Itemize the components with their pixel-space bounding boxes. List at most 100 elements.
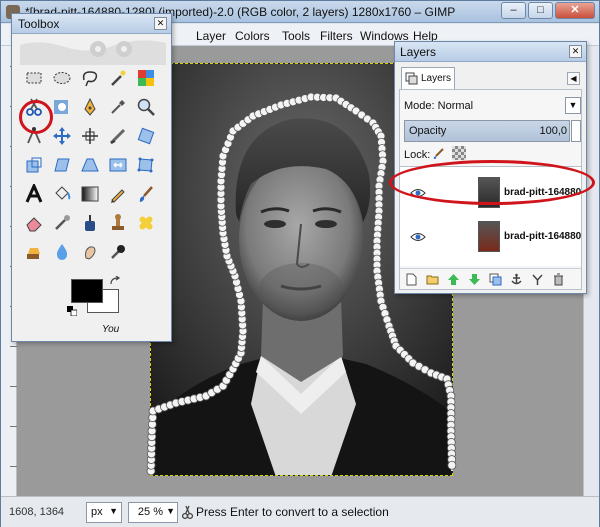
unit-dropdown-arrow-icon: ▼: [109, 506, 118, 516]
unit-selector[interactable]: px ▼: [86, 502, 122, 523]
layer-list: brad-pitt-164880 brad-pitt-164880: [400, 166, 581, 266]
pen-nib-icon: [84, 97, 96, 116]
text-tool[interactable]: [22, 182, 46, 206]
layers-title-bar[interactable]: Layers ✕: [395, 42, 586, 62]
delete-layer-button[interactable]: [551, 273, 565, 287]
status-message-text: Press Enter to convert to a selection: [196, 505, 389, 519]
foreground-color-swatch[interactable]: [71, 279, 103, 303]
blur-tool[interactable]: [50, 240, 74, 264]
merge-icon: [531, 274, 543, 285]
select-by-color-tool[interactable]: [134, 66, 158, 90]
water-drop-icon: [56, 244, 68, 260]
eye-icon[interactable]: [410, 231, 426, 243]
zoom-tool[interactable]: [134, 95, 158, 119]
new-layer-group-button[interactable]: [425, 273, 439, 287]
trash-icon: [553, 273, 563, 286]
scissors-control-point[interactable]: [447, 460, 457, 470]
pencil-tool[interactable]: [106, 182, 130, 206]
anchor-layer-button[interactable]: [509, 273, 523, 287]
ink-tool[interactable]: [78, 211, 102, 235]
status-message: Press Enter to convert to a selection: [182, 501, 562, 523]
perspective-tool[interactable]: [78, 153, 102, 177]
layer-row-top[interactable]: brad-pitt-164880: [400, 173, 581, 213]
airbrush-tool[interactable]: [50, 211, 74, 235]
duplicate-layer-button[interactable]: [488, 273, 502, 287]
eye-icon[interactable]: [410, 187, 426, 199]
status-bar: 1608, 1364 px ▼ 25 % ▼ Press Enter to co…: [1, 496, 599, 527]
dodge-burn-icon: [111, 245, 125, 259]
rect-select-icon: [26, 72, 42, 84]
scale-tool[interactable]: [22, 153, 46, 177]
lower-layer-button[interactable]: [467, 273, 481, 287]
smudge-finger-icon: [85, 246, 96, 260]
pencil-icon: [111, 189, 125, 203]
fuzzy-select-tool[interactable]: [106, 66, 130, 90]
raise-layer-button[interactable]: [446, 273, 460, 287]
ellipse-select-icon: [53, 72, 71, 84]
zoom-dropdown-arrow-icon: ▼: [166, 506, 175, 516]
foreground-select-tool[interactable]: [50, 95, 74, 119]
lock-pixels-brush-icon[interactable]: [432, 146, 446, 160]
layer-name: brad-pitt-164880: [504, 231, 581, 242]
rect-select-tool[interactable]: [22, 66, 46, 90]
layer-row-bottom[interactable]: brad-pitt-164880: [400, 217, 581, 257]
compass-icon: [27, 127, 41, 144]
blend-tool[interactable]: [78, 182, 102, 206]
merge-layer-button[interactable]: [530, 273, 544, 287]
lock-alpha-checker-icon[interactable]: [452, 146, 466, 160]
magic-wand-icon: [111, 70, 126, 86]
perspective-clone-tool[interactable]: [22, 240, 46, 264]
smudge-tool[interactable]: [78, 240, 102, 264]
align-tool[interactable]: [78, 124, 102, 148]
rotate-tool[interactable]: [134, 124, 158, 148]
scissors-select-tool[interactable]: [22, 95, 46, 119]
ellipse-select-tool[interactable]: [50, 66, 74, 90]
toolbox-title-bar[interactable]: Toolbox ✕: [12, 14, 171, 34]
paintbrush-tool[interactable]: [134, 182, 158, 206]
move-tool[interactable]: [50, 124, 74, 148]
ink-bottle-icon: [85, 215, 95, 231]
new-layer-button[interactable]: [404, 273, 418, 287]
color-area: [67, 276, 123, 320]
dodge-burn-tool[interactable]: [106, 240, 130, 264]
mode-dropdown-button[interactable]: ▼: [565, 97, 581, 114]
heal-tool[interactable]: [134, 211, 158, 235]
anchor-icon: [510, 273, 522, 285]
cage-transform-tool[interactable]: [134, 153, 158, 177]
align-icon: [82, 128, 98, 144]
layer-thumbnail: [478, 177, 500, 208]
free-select-tool[interactable]: [78, 66, 102, 90]
perspective-icon: [81, 158, 99, 172]
measure-tool[interactable]: [22, 124, 46, 148]
tab-menu-icon[interactable]: ◀: [567, 72, 580, 85]
layer-name: brad-pitt-164880: [504, 187, 581, 198]
magnifier-icon: [137, 98, 155, 116]
color-picker-tool[interactable]: [106, 95, 130, 119]
flip-icon: [109, 158, 127, 172]
eraser-tool[interactable]: [22, 211, 46, 235]
opacity-slider[interactable]: Opacity 100,0: [404, 120, 570, 142]
zoom-value: 25 %: [137, 506, 163, 518]
perspective-clone-icon: [27, 248, 40, 259]
crop-tool[interactable]: [106, 124, 130, 148]
wilber-drop-area-icon[interactable]: [20, 37, 166, 65]
bucket-fill-tool[interactable]: [50, 182, 74, 206]
flip-tool[interactable]: [106, 153, 130, 177]
pointer-coordinates: 1608, 1364: [9, 506, 65, 518]
shear-icon: [54, 158, 70, 172]
cage-icon: [137, 157, 154, 173]
shear-tool[interactable]: [50, 153, 74, 177]
swap-colors-icon[interactable]: [109, 276, 121, 286]
layers-panel: Mode: Normal ▼ Opacity 100,0 Lock: brad-…: [399, 89, 582, 290]
zoom-selector[interactable]: 25 % ▼: [128, 502, 178, 523]
layers-dialog: Layers ✕ Layers ◀ Mode: Normal ▼ Opacity…: [394, 41, 587, 294]
eraser-icon: [26, 217, 42, 232]
layers-tab[interactable]: Layers: [401, 67, 455, 89]
toolbox-close-button[interactable]: ✕: [154, 17, 167, 30]
reset-colors-icon[interactable]: [67, 306, 77, 316]
paths-tool[interactable]: [78, 95, 102, 119]
opacity-spinner[interactable]: [571, 120, 581, 142]
move-arrows-icon: [53, 127, 71, 145]
clone-tool[interactable]: [106, 211, 130, 235]
layers-close-button[interactable]: ✕: [569, 45, 582, 58]
